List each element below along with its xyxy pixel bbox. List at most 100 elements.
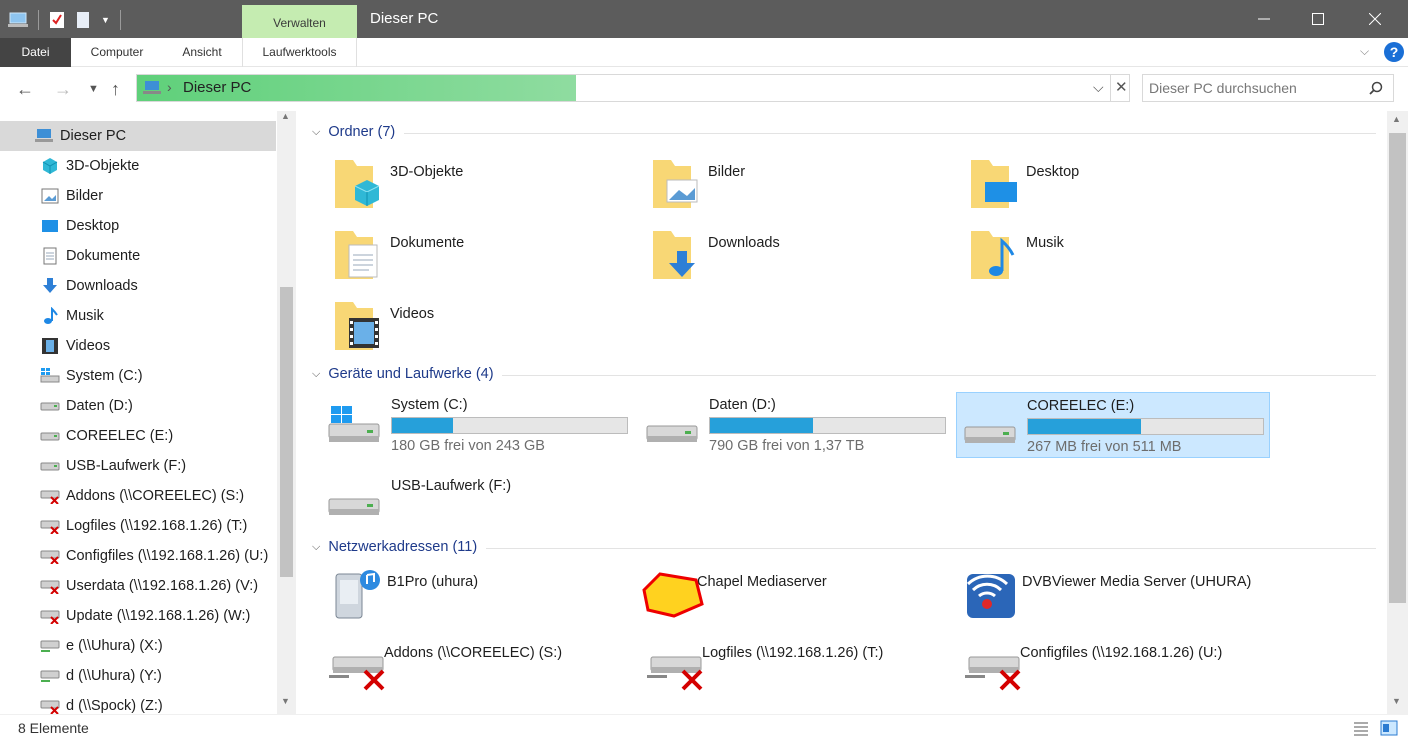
folder-downloads[interactable]: Downloads xyxy=(651,227,780,283)
scroll-up-icon[interactable]: ▲ xyxy=(1392,114,1401,124)
tab-ansicht[interactable]: Ansicht xyxy=(166,38,238,67)
tab-computer[interactable]: Computer xyxy=(76,38,158,67)
back-arrow-icon[interactable]: ← xyxy=(16,79,34,100)
sidebar-item[interactable]: COREELEC (E:) xyxy=(0,421,276,451)
sidebar-item[interactable]: Update (\\192.168.1.26) (W:) xyxy=(0,601,276,631)
tab-laufwerktools[interactable]: Laufwerktools xyxy=(242,38,357,67)
drive-icon xyxy=(40,427,60,445)
sidebar-item[interactable]: Addons (\\COREELEC) (S:) xyxy=(0,481,276,511)
folder-desktop[interactable]: Desktop xyxy=(969,156,1079,212)
expand-ribbon-icon[interactable]: ⌵ xyxy=(1360,44,1369,59)
tiles-view-icon[interactable] xyxy=(1380,720,1398,736)
search-input[interactable] xyxy=(1149,76,1369,100)
collapse-chevron-icon[interactable]: ⌵ xyxy=(312,541,320,554)
collapse-chevron-icon[interactable]: ⌵ xyxy=(312,368,320,381)
content-scrollbar[interactable]: ▲ ▼ xyxy=(1387,111,1408,714)
folder-dokumente[interactable]: Dokumente xyxy=(333,227,464,283)
folder-label: Bilder xyxy=(708,164,746,180)
minimize-button[interactable] xyxy=(1237,0,1291,38)
toolbar-divider xyxy=(38,10,39,30)
address-path[interactable]: Dieser PC xyxy=(183,79,251,96)
scroll-up-icon[interactable]: ▲ xyxy=(281,111,290,121)
sidebar-item-label: Dokumente xyxy=(66,248,141,264)
properties-icon[interactable] xyxy=(49,11,65,29)
folder-label: 3D-Objekte xyxy=(390,164,464,180)
network-chapel-mediaserver[interactable]: Chapel Mediaserver xyxy=(640,566,827,622)
collapse-chevron-icon[interactable]: ⌵ xyxy=(312,126,320,139)
sidebar-item[interactable]: d (\\Spock) (Z:) xyxy=(0,691,276,714)
sidebar-item[interactable]: d (\\Uhura) (Y:) xyxy=(0,661,276,691)
recent-locations-icon[interactable]: ▼ xyxy=(88,83,99,95)
section-title: Ordner (7) xyxy=(328,124,396,140)
sidebar-item[interactable]: Videos xyxy=(0,331,276,361)
sidebar-item[interactable]: e (\\Uhura) (X:) xyxy=(0,631,276,661)
sidebar-item[interactable]: Bilder xyxy=(0,181,276,211)
drive-usage-fill xyxy=(1028,419,1141,434)
scroll-down-icon[interactable]: ▼ xyxy=(281,696,290,706)
details-view-icon[interactable] xyxy=(1352,720,1370,736)
network-drive-error-icon xyxy=(963,637,1021,693)
sidebar-item[interactable]: Downloads xyxy=(0,271,276,301)
section-divider xyxy=(404,133,1376,134)
folder-label: Videos xyxy=(390,306,435,322)
network-dvbviewer[interactable]: DVBViewer Media Server (UHURA) xyxy=(965,566,1251,622)
document-icon xyxy=(40,247,60,265)
drive-usage-fill xyxy=(392,418,454,433)
sidebar-item-label: Dieser PC xyxy=(60,128,127,144)
sidebar-item[interactable]: System (C:) xyxy=(0,361,276,391)
network-logfiles-t[interactable]: Logfiles (\\192.168.1.26) (T:) xyxy=(645,637,883,693)
sidebar-item[interactable]: Configfiles (\\192.168.1.26) (U:) xyxy=(0,541,276,571)
network-addons-s[interactable]: Addons (\\COREELEC) (S:) xyxy=(327,637,562,693)
content-scroll-thumb[interactable] xyxy=(1389,133,1406,603)
tab-datei[interactable]: Datei xyxy=(0,38,71,67)
sidebar-item[interactable]: Daten (D:) xyxy=(0,391,276,421)
sidebar-scroll-thumb[interactable] xyxy=(280,287,293,577)
sidebar-item[interactable]: Logfiles (\\192.168.1.26) (T:) xyxy=(0,511,276,541)
section-netzwerk[interactable]: ⌵ Netzwerkadressen (11) xyxy=(312,539,477,555)
new-folder-icon[interactable] xyxy=(75,11,91,29)
drive-coreelec-e[interactable]: COREELEC (E:) 267 MB frei von 511 MB xyxy=(956,392,1270,458)
sidebar-item[interactable]: Desktop xyxy=(0,211,276,241)
section-ordner[interactable]: ⌵ Ordner (7) xyxy=(312,124,395,140)
close-button[interactable] xyxy=(1348,0,1402,38)
drive-usb-f[interactable]: USB-Laufwerk (F:) xyxy=(321,473,635,539)
sidebar-scrollbar[interactable]: ▲ ▼ xyxy=(277,111,296,714)
sidebar-item[interactable]: Musik xyxy=(0,301,276,331)
up-arrow-icon[interactable]: ↑ xyxy=(111,79,120,100)
section-divider xyxy=(486,548,1376,549)
scroll-down-icon[interactable]: ▼ xyxy=(1392,696,1401,706)
sidebar-item[interactable]: Dieser PC xyxy=(0,121,276,151)
forward-arrow-icon[interactable]: → xyxy=(54,79,72,100)
network-b1pro[interactable]: B1Pro (uhura) xyxy=(330,566,478,622)
stop-icon[interactable]: ✕ xyxy=(1115,78,1128,96)
tab-verwalten[interactable]: Verwalten xyxy=(242,5,357,38)
address-bar[interactable]: › Dieser PC ⌵ ✕ xyxy=(136,74,1130,102)
folder-musik[interactable]: Musik xyxy=(969,227,1064,283)
search-box[interactable] xyxy=(1142,74,1394,102)
search-icon[interactable] xyxy=(1369,81,1383,95)
desktop-folder-icon xyxy=(969,156,1023,212)
folder-3d-objekte[interactable]: 3D-Objekte xyxy=(333,156,463,212)
video-icon xyxy=(40,337,60,355)
drive-icon xyxy=(328,498,380,515)
network-label: Configfiles (\\192.168.1.26) (U:) xyxy=(1020,645,1223,661)
network-drive-icon xyxy=(40,637,60,655)
address-dropdown-icon[interactable]: ⌵ xyxy=(1093,79,1104,96)
title-bar: ▼ Verwalten Dieser PC xyxy=(0,0,1408,38)
sidebar-item[interactable]: USB-Laufwerk (F:) xyxy=(0,451,276,481)
sidebar-item[interactable]: Dokumente xyxy=(0,241,276,271)
folder-bilder[interactable]: Bilder xyxy=(651,156,745,212)
pc-icon[interactable] xyxy=(8,11,28,29)
network-configfiles-u[interactable]: Configfiles (\\192.168.1.26) (U:) xyxy=(963,637,1222,693)
help-icon[interactable]: ? xyxy=(1384,42,1404,62)
sidebar-item-label: System (C:) xyxy=(66,368,143,384)
customize-toolbar-icon[interactable]: ▼ xyxy=(101,15,110,25)
maximize-button[interactable] xyxy=(1291,0,1345,38)
sidebar-item[interactable]: 3D-Objekte xyxy=(0,151,276,181)
section-geraete[interactable]: ⌵ Geräte und Laufwerke (4) xyxy=(312,366,494,382)
sidebar-item[interactable]: Userdata (\\192.168.1.26) (V:) xyxy=(0,571,276,601)
breadcrumb-chevron-icon[interactable]: › xyxy=(167,79,172,95)
drive-system-c[interactable]: System (C:) 180 GB frei von 243 GB xyxy=(321,392,635,458)
drive-daten-d[interactable]: Daten (D:) 790 GB frei von 1,37 TB xyxy=(639,392,953,458)
folder-videos[interactable]: Videos xyxy=(333,298,434,354)
